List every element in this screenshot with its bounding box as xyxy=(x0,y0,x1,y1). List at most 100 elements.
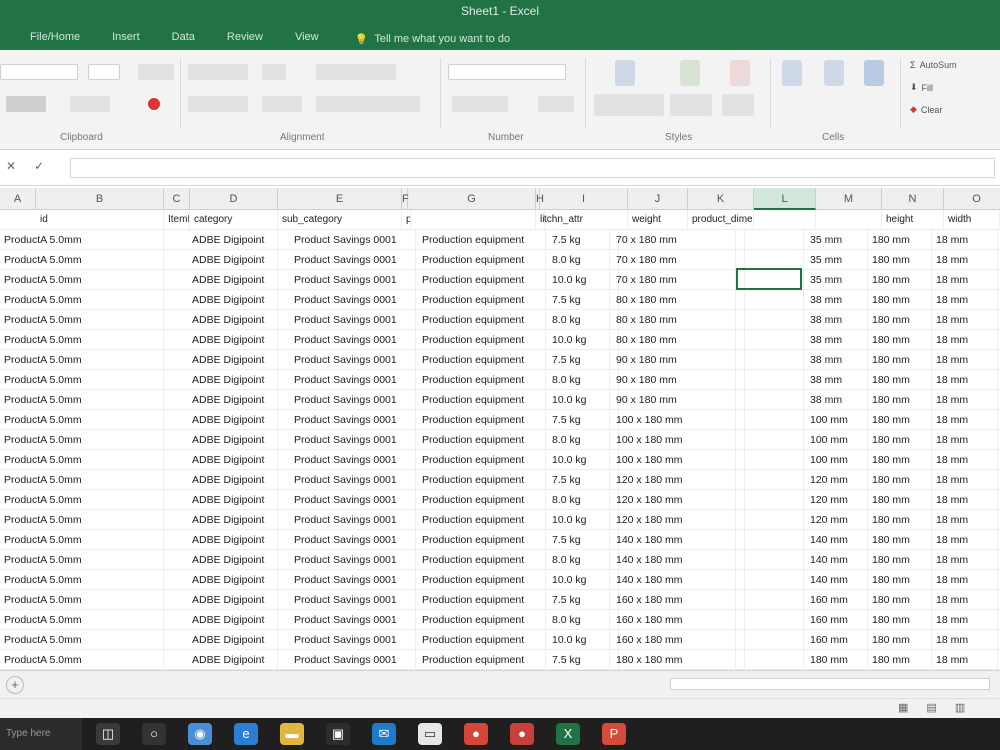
table-cell[interactable]: Production equipment xyxy=(418,350,546,370)
table-cell[interactable]: 10.0 kg xyxy=(548,390,610,410)
table-cell[interactable]: 38 mm xyxy=(806,370,868,390)
table-cell[interactable]: 80 x 180 mm xyxy=(612,310,736,330)
table-cell[interactable]: Product Savings 0001 xyxy=(290,550,416,570)
table-cell[interactable]: 10.0 kg xyxy=(548,570,610,590)
header-cell[interactable]: sub_category xyxy=(278,210,402,230)
table-cell[interactable]: 38 mm xyxy=(806,310,868,330)
add-sheet-button[interactable]: + xyxy=(6,676,24,694)
table-cell[interactable]: Product Savings 0001 xyxy=(290,290,416,310)
table-cell[interactable]: 35 mm xyxy=(806,270,868,290)
table-cell[interactable]: ADBE Digipoint xyxy=(188,590,278,610)
column-header-i[interactable]: I xyxy=(540,188,628,210)
table-cell[interactable]: 100 x 180 mm xyxy=(612,450,736,470)
table-cell[interactable]: 18 mm xyxy=(932,590,998,610)
table-cell[interactable] xyxy=(536,270,546,290)
decimal-icons[interactable] xyxy=(538,96,574,112)
table-cell[interactable]: Product Savings 0001 xyxy=(290,590,416,610)
merge-center-button[interactable] xyxy=(316,96,420,112)
table-cell[interactable]: ADBE Digipoint xyxy=(188,390,278,410)
table-cell[interactable]: 70 x 180 mm xyxy=(612,230,736,250)
table-cell[interactable]: Production equipment xyxy=(418,590,546,610)
table-cell[interactable]: 7.5 kg xyxy=(548,590,610,610)
table-cell[interactable]: 120 x 180 mm xyxy=(612,490,736,510)
tab-review[interactable]: Review xyxy=(211,28,279,50)
column-header-e[interactable]: E xyxy=(278,188,402,210)
table-cell[interactable]: 120 x 180 mm xyxy=(612,470,736,490)
table-cell[interactable]: 8.0 kg xyxy=(548,310,610,330)
header-cell[interactable]: ItemDescription xyxy=(164,210,190,230)
table-cell[interactable]: 18 mm xyxy=(932,410,998,430)
bold-italic-icons[interactable] xyxy=(6,96,46,112)
formula-input[interactable] xyxy=(70,158,995,178)
table-cell[interactable]: 7.5 kg xyxy=(548,290,610,310)
table-cell[interactable]: ADBE Digipoint xyxy=(188,410,278,430)
table-cell[interactable]: ProductA 5.0mm xyxy=(0,230,164,250)
table-cell[interactable]: 7.5 kg xyxy=(548,470,610,490)
table-cell[interactable]: 180 mm xyxy=(868,550,932,570)
table-cell[interactable]: 18 mm xyxy=(932,490,998,510)
file-explorer-icon[interactable]: ▬ xyxy=(280,723,304,745)
tab-view[interactable]: View xyxy=(279,28,335,50)
table-cell[interactable] xyxy=(744,250,804,270)
table-cell[interactable] xyxy=(536,310,546,330)
font-size-box[interactable] xyxy=(88,64,120,80)
column-header-k[interactable]: K xyxy=(688,188,754,210)
table-cell[interactable] xyxy=(536,450,546,470)
table-cell[interactable]: 38 mm xyxy=(806,350,868,370)
table-cell[interactable] xyxy=(536,610,546,630)
font-color-icon[interactable] xyxy=(148,98,160,110)
table-cell[interactable] xyxy=(536,370,546,390)
table-cell[interactable]: 38 mm xyxy=(806,390,868,410)
app-icon-red[interactable]: ● xyxy=(464,723,488,745)
table-cell[interactable] xyxy=(536,550,546,570)
table-cell[interactable]: ADBE Digipoint xyxy=(188,310,278,330)
table-cell[interactable]: 10.0 kg xyxy=(548,630,610,650)
table-cell[interactable]: 180 mm xyxy=(868,470,932,490)
table-cell[interactable] xyxy=(744,390,804,410)
table-cell[interactable] xyxy=(744,490,804,510)
table-cell[interactable] xyxy=(744,370,804,390)
format-table-icon[interactable] xyxy=(680,60,700,86)
table-cell[interactable]: 7.5 kg xyxy=(548,410,610,430)
table-cell[interactable]: Product Savings 0001 xyxy=(290,250,416,270)
table-cell[interactable]: 18 mm xyxy=(932,530,998,550)
table-cell[interactable]: 18 mm xyxy=(932,470,998,490)
mail-icon[interactable]: ✉ xyxy=(372,723,396,745)
grow-font-icon[interactable] xyxy=(138,64,174,80)
tab-file-home[interactable]: File/Home xyxy=(14,28,96,50)
header-cell[interactable]: weight xyxy=(628,210,688,230)
table-cell[interactable]: 80 x 180 mm xyxy=(612,290,736,310)
table-cell[interactable]: 8.0 kg xyxy=(548,490,610,510)
table-cell[interactable]: 140 x 180 mm xyxy=(612,570,736,590)
table-cell[interactable]: 35 mm xyxy=(806,230,868,250)
table-cell[interactable]: 160 x 180 mm xyxy=(612,590,736,610)
table-cell[interactable]: ProductA 5.0mm xyxy=(0,630,164,650)
format-table-label[interactable] xyxy=(670,94,712,116)
table-cell[interactable] xyxy=(744,450,804,470)
table-cell[interactable]: Production equipment xyxy=(418,370,546,390)
table-cell[interactable]: Production equipment xyxy=(418,430,546,450)
table-cell[interactable]: ADBE Digipoint xyxy=(188,330,278,350)
table-cell[interactable] xyxy=(536,570,546,590)
table-cell[interactable] xyxy=(744,330,804,350)
table-cell[interactable]: ADBE Digipoint xyxy=(188,450,278,470)
table-cell[interactable]: ProductA 5.0mm xyxy=(0,430,164,450)
table-cell[interactable]: ProductA 5.0mm xyxy=(0,290,164,310)
table-cell[interactable]: ProductA 5.0mm xyxy=(0,610,164,630)
table-cell[interactable]: ProductA 5.0mm xyxy=(0,570,164,590)
table-cell[interactable]: Production equipment xyxy=(418,610,546,630)
table-cell[interactable]: Product Savings 0001 xyxy=(290,270,416,290)
font-name-box[interactable] xyxy=(0,64,78,80)
table-cell[interactable]: ADBE Digipoint xyxy=(188,350,278,370)
excel-icon[interactable]: X xyxy=(556,723,580,745)
table-cell[interactable]: Product Savings 0001 xyxy=(290,450,416,470)
table-cell[interactable]: 18 mm xyxy=(932,610,998,630)
table-cell[interactable] xyxy=(536,470,546,490)
table-cell[interactable] xyxy=(536,430,546,450)
table-cell[interactable] xyxy=(536,490,546,510)
table-cell[interactable]: 18 mm xyxy=(932,570,998,590)
table-cell[interactable]: 160 x 180 mm xyxy=(612,630,736,650)
task-view-icon[interactable]: ◫ xyxy=(96,723,120,745)
table-cell[interactable] xyxy=(744,590,804,610)
table-cell[interactable] xyxy=(744,410,804,430)
